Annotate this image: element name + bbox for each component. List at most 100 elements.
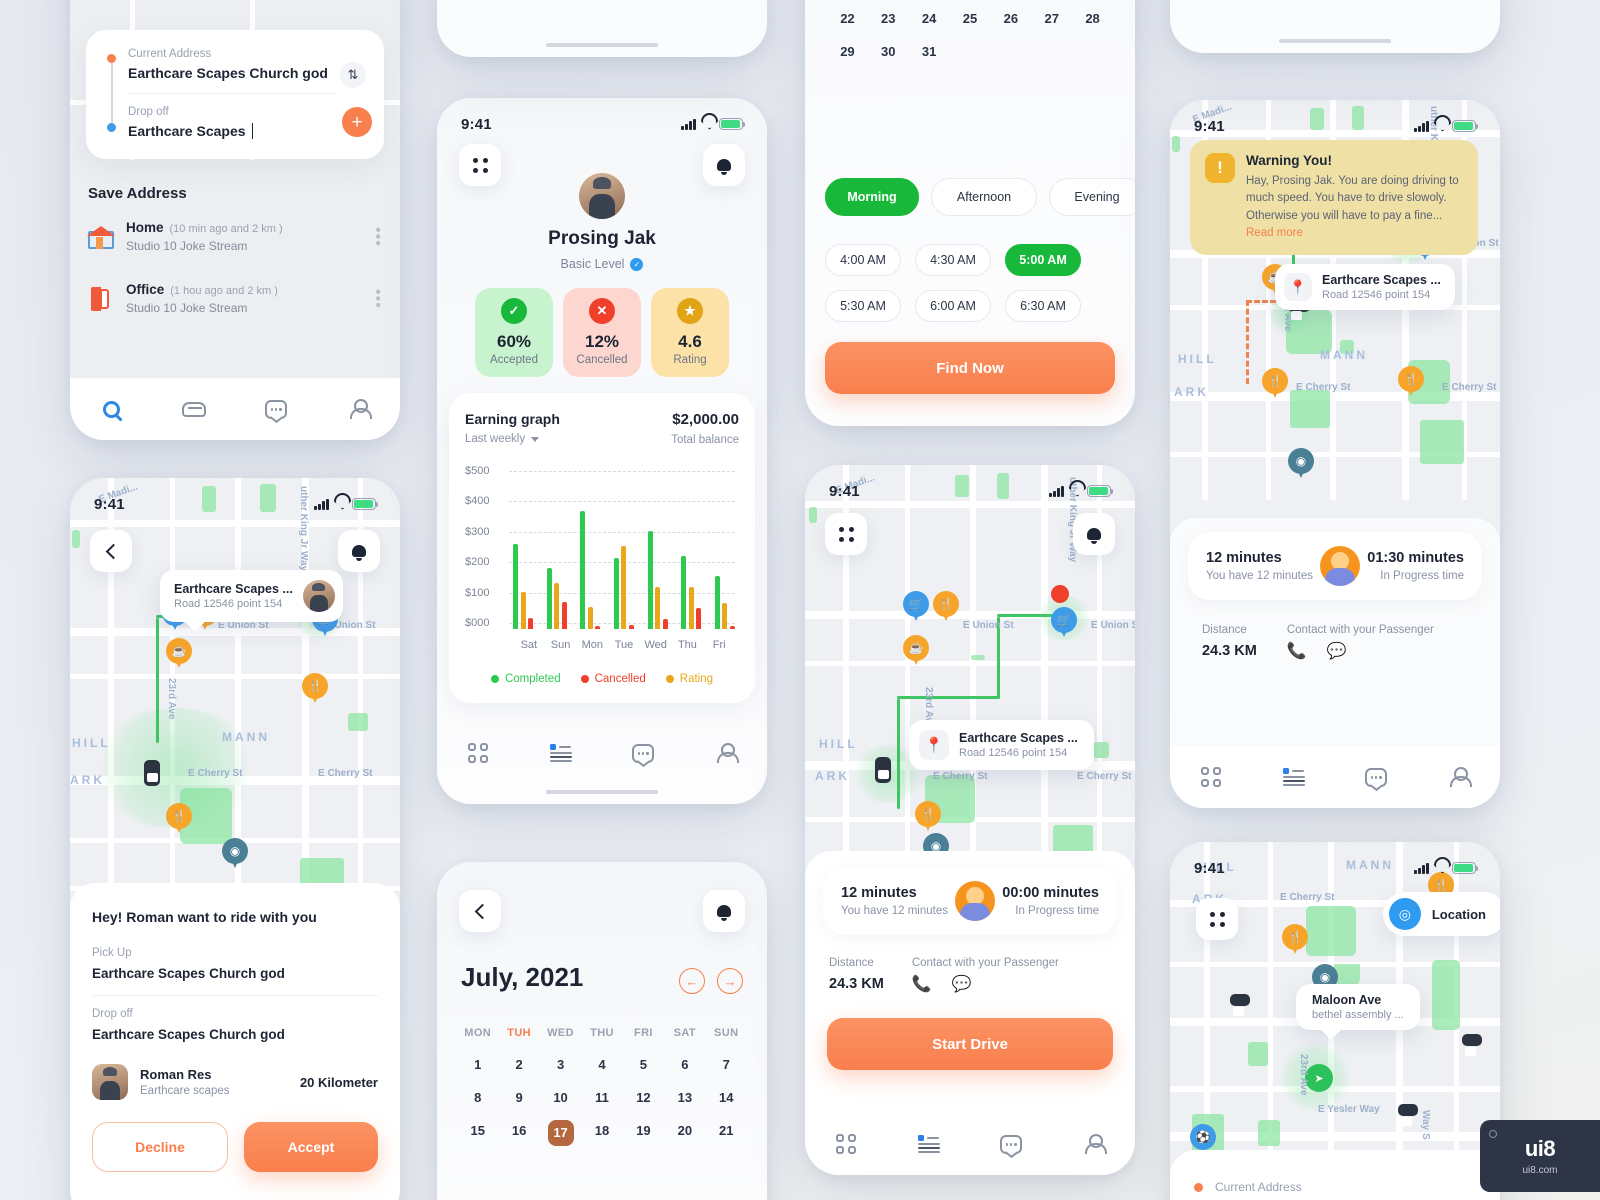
calendar-grid[interactable]: MON TUH WED THU FRI SAT SUN 1 2 3 4 5 6 7 8 9 10 11 12 13 14… — [457, 1027, 747, 1146]
calendar-day[interactable]: 15 — [457, 1123, 498, 1143]
map-pin-food[interactable]: 🍴 — [1398, 366, 1424, 400]
menu-button[interactable] — [459, 144, 501, 186]
message-icon[interactable]: 💬 — [1327, 641, 1347, 661]
notification-button[interactable] — [703, 144, 745, 186]
calendar-day[interactable]: 12 — [623, 1090, 664, 1105]
map-pin-shop[interactable]: ◉ — [222, 838, 248, 872]
profile-tab[interactable] — [346, 396, 372, 422]
calendar-day-selected[interactable]: 17 — [547, 1120, 574, 1146]
notification-button[interactable] — [1073, 513, 1115, 555]
notification-button[interactable] — [338, 530, 380, 572]
map-pin-cafe[interactable]: ☕ — [903, 635, 929, 669]
grid-tab[interactable] — [1198, 764, 1224, 790]
profile-tab[interactable] — [1446, 764, 1472, 790]
map-pin-food[interactable]: 🍴 — [915, 801, 941, 835]
calendar-day[interactable]: 2 — [498, 1057, 539, 1072]
calendar-day[interactable]: 1 — [457, 1057, 498, 1072]
time-slot[interactable]: 6:30 AM — [1005, 290, 1081, 322]
time-slot[interactable]: 4:00 AM — [825, 244, 901, 276]
plus-icon[interactable]: + — [342, 107, 372, 137]
calendar-day[interactable]: 31 — [909, 44, 950, 59]
calendar-day[interactable]: 29 — [827, 44, 868, 59]
car-tab[interactable] — [181, 396, 207, 422]
calendar-day[interactable]: 25 — [950, 11, 991, 26]
calendar-day[interactable]: 22 — [827, 11, 868, 26]
time-slot[interactable]: 5:30 AM — [825, 290, 901, 322]
grid-tab[interactable] — [833, 1131, 859, 1157]
phone-icon[interactable]: 📞 — [912, 974, 932, 994]
calendar-day[interactable]: 6 — [664, 1057, 705, 1072]
read-more-link[interactable]: Read more — [1246, 227, 1303, 239]
calendar-day[interactable]: 8 — [457, 1090, 498, 1105]
calendar-day[interactable]: 30 — [868, 44, 909, 59]
map-location-card[interactable]: Earthcare Scapes ... Road 12546 point 15… — [160, 570, 343, 622]
period-afternoon[interactable]: Afternoon — [931, 178, 1037, 216]
calendar-grid[interactable]: 8910111213141516171819202122232425262728… — [827, 0, 1113, 59]
stat-cancelled[interactable]: ✕ 12% Cancelled — [563, 288, 641, 377]
calendar-day[interactable]: 20 — [664, 1123, 705, 1143]
calendar-day[interactable]: 27 — [1031, 11, 1072, 26]
calendar-day[interactable]: 19 — [623, 1123, 664, 1143]
map-pin-food[interactable]: 🍴 — [302, 673, 328, 707]
calendar-day[interactable]: 3 — [540, 1057, 581, 1072]
time-slot-selected[interactable]: 5:00 AM — [1005, 244, 1081, 276]
dropoff-input[interactable]: Earthcare Scapes — [128, 123, 364, 139]
chat-tab[interactable] — [263, 396, 289, 422]
message-icon[interactable]: 💬 — [952, 974, 972, 994]
warning-banner[interactable]: ! Warning You! Hay, Prosing Jak. You are… — [1190, 140, 1478, 255]
calendar-day[interactable]: 9 — [498, 1090, 539, 1105]
chat-tab[interactable] — [1363, 764, 1389, 790]
calendar-day[interactable]: 24 — [909, 11, 950, 26]
start-drive-button[interactable]: Start Drive — [827, 1018, 1113, 1070]
time-slot[interactable]: 6:00 AM — [915, 290, 991, 322]
period-morning[interactable]: Morning — [825, 178, 919, 216]
chart-period-select[interactable]: Last weekly — [465, 433, 560, 445]
more-icon[interactable]: ••• — [369, 227, 386, 247]
phone-icon[interactable]: 📞 — [1287, 641, 1307, 661]
map-pin-food[interactable]: 🍴 — [166, 803, 192, 837]
find-now-button[interactable]: Find Now — [825, 342, 1115, 394]
calendar-day[interactable]: 7 — [706, 1057, 747, 1072]
calendar-day[interactable]: 13 — [664, 1090, 705, 1105]
map-pin-cart[interactable]: 🛒 — [1051, 607, 1077, 641]
map-location-card[interactable]: 📍 Earthcare Scapes ... Road 12546 point … — [909, 720, 1094, 770]
current-address-row[interactable]: Current Address — [1194, 1180, 1476, 1194]
calendar-day[interactable]: 26 — [990, 11, 1031, 26]
list-item[interactable]: Home (10 min ago and 2 km ) Studio 10 Jo… — [87, 220, 386, 267]
feed-tab[interactable] — [1281, 764, 1307, 790]
accept-button[interactable]: Accept — [244, 1122, 378, 1172]
stat-accepted[interactable]: ✓ 60% Accepted — [475, 288, 553, 377]
calendar-day[interactable]: 28 — [1072, 11, 1113, 26]
arrow-right-circle-icon[interactable]: → — [717, 968, 743, 994]
more-icon[interactable]: ••• — [369, 289, 386, 309]
back-button[interactable] — [459, 890, 501, 932]
calendar-day[interactable]: 11 — [581, 1090, 622, 1105]
avatar[interactable] — [579, 173, 625, 219]
period-evening[interactable]: Evening — [1049, 178, 1135, 216]
feed-tab[interactable] — [548, 740, 574, 766]
profile-tab[interactable] — [1081, 1131, 1107, 1157]
arrow-left-circle-icon[interactable]: ← — [679, 968, 705, 994]
stat-rating[interactable]: ★ 4.6 Rating — [651, 288, 729, 377]
calendar-day[interactable]: 18 — [581, 1123, 622, 1143]
notification-button[interactable] — [703, 890, 745, 932]
calendar-day[interactable]: 10 — [540, 1090, 581, 1105]
calendar-day[interactable]: 14 — [706, 1090, 747, 1105]
chat-tab[interactable] — [630, 740, 656, 766]
map-location-card[interactable]: 📍 Earthcare Scapes ... Road 12546 point … — [1275, 264, 1455, 310]
menu-button[interactable] — [825, 513, 867, 555]
menu-button[interactable] — [1196, 898, 1238, 940]
calendar-day[interactable]: 5 — [623, 1057, 664, 1072]
current-address-value[interactable]: Earthcare Scapes Church god — [128, 65, 364, 81]
location-button[interactable]: ◎ Location — [1382, 892, 1500, 936]
map-location-popup[interactable]: Maloon Ave bethel assembly ... — [1296, 984, 1420, 1030]
calendar-day[interactable]: 4 — [581, 1057, 622, 1072]
calendar-day[interactable]: 16 — [498, 1123, 539, 1143]
profile-tab[interactable] — [713, 740, 739, 766]
feed-tab[interactable] — [916, 1131, 942, 1157]
back-button[interactable] — [90, 530, 132, 572]
map-pin-food[interactable]: 🍴 — [933, 591, 959, 625]
calendar-day[interactable]: 21 — [706, 1123, 747, 1143]
search-tab[interactable] — [98, 396, 124, 422]
map-pin-food[interactable]: 🍴 — [1282, 924, 1308, 958]
